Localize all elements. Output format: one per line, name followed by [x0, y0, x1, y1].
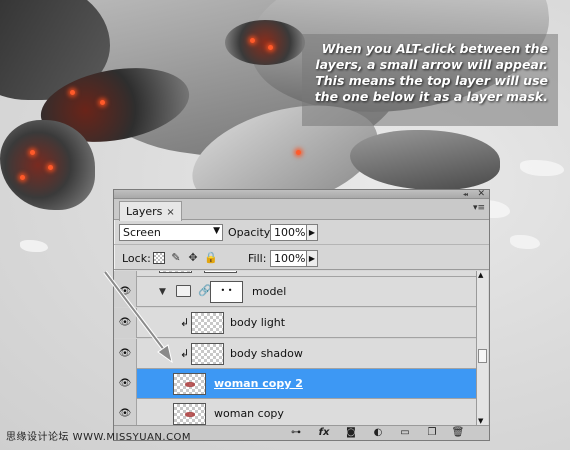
layer-row-selected[interactable]: 👁 woman copy 2	[114, 369, 477, 399]
annotation-line: When you ALT-click between the	[321, 41, 548, 56]
scroll-thumb[interactable]	[478, 349, 487, 363]
collapse-icon[interactable]: ◂◂	[463, 192, 468, 198]
ember-spark	[48, 165, 53, 170]
annotation-box: When you ALT-click between the layers, a…	[302, 34, 558, 126]
ember-rock	[225, 20, 305, 65]
layers-list: 👁 ▼ 🔗 • • model 👁 ↲ body light 👁 ↲ body …	[114, 271, 477, 425]
scroll-up-icon[interactable]: ▲	[478, 271, 483, 279]
lock-label: Lock:	[122, 252, 151, 265]
ember-spark	[30, 150, 35, 155]
scroll-down-icon[interactable]: ▼	[478, 417, 483, 425]
blend-mode-value: Screen	[123, 226, 161, 239]
group-mask-thumbnail: • •	[210, 281, 243, 303]
annotation-line: This means the top layer will use	[315, 73, 548, 88]
fill-value: 100%	[274, 252, 306, 265]
layer-name: body shadow	[230, 347, 303, 360]
fill-label: Fill:	[248, 252, 267, 265]
tab-close-icon[interactable]: ×	[166, 207, 174, 218]
visibility-eye-icon[interactable]: 👁	[114, 308, 137, 338]
blend-mode-select[interactable]: Screen ▼	[119, 224, 223, 241]
layers-panel: ◂◂ ✕ Layers × ▾≡ Screen ▼ Opacity: 100% ▶…	[113, 189, 490, 441]
layer-thumbnail	[173, 373, 206, 395]
ember-spark	[20, 175, 25, 180]
layer-thumbnail	[173, 403, 206, 425]
opacity-slider-button[interactable]: ▶	[306, 224, 318, 241]
panel-tabstrip: Layers × ▾≡	[114, 199, 489, 221]
visibility-eye-icon[interactable]: 👁	[114, 399, 137, 425]
tab-layers[interactable]: Layers ×	[119, 201, 182, 221]
lock-brush-icon[interactable]: ✎	[170, 252, 182, 264]
debris-flake	[510, 235, 540, 249]
layer-name: woman copy	[214, 407, 284, 420]
tab-layers-label: Layers	[126, 205, 163, 218]
layer-row-clipped[interactable]: 👁 ↲ body light	[114, 308, 477, 338]
rock-shape	[350, 130, 500, 190]
close-icon[interactable]: ✕	[477, 189, 485, 199]
site-watermark: 思缘设计论坛 WWW.MISSYUAN.COM	[6, 432, 192, 443]
panel-menu-icon[interactable]: ▾≡	[473, 204, 485, 213]
layer-thumbnail	[191, 312, 224, 334]
fx-icon[interactable]: fx	[317, 426, 331, 440]
layer-thumbnail	[159, 271, 192, 273]
new-layer-icon[interactable]: ❐	[425, 426, 439, 440]
blend-opacity-row: Screen ▼ Opacity: 100% ▶	[114, 221, 489, 245]
layer-mask-thumbnail	[204, 271, 237, 273]
visibility-eye-icon[interactable]: 👁	[114, 339, 137, 369]
fill-slider-button[interactable]: ▶	[306, 250, 318, 267]
ember-spark	[250, 38, 255, 43]
ember-spark	[100, 100, 105, 105]
annotation-line: layers, a small arrow will appear.	[315, 57, 548, 72]
fill-field[interactable]: 100%	[270, 250, 307, 267]
ember-spark	[296, 150, 301, 155]
layer-row-group[interactable]: 👁 ▼ 🔗 • • model	[114, 277, 477, 307]
folder-icon	[176, 285, 191, 297]
debris-flake	[520, 160, 564, 176]
opacity-field[interactable]: 100%	[270, 224, 307, 241]
trash-icon[interactable]: 🗑	[451, 426, 465, 440]
lock-fill-row: Lock: ✎ ✥ 🔒 Fill: 100% ▶	[114, 246, 489, 270]
layer-row-clipped[interactable]: 👁 ↲ body shadow	[114, 339, 477, 369]
layers-scrollbar[interactable]: ▲ ▼	[476, 271, 488, 425]
new-group-icon[interactable]: ▭	[398, 426, 412, 440]
lock-transparency-icon[interactable]	[153, 252, 165, 264]
annotation-line: the one below it as a layer mask.	[314, 89, 548, 104]
add-mask-icon[interactable]: ◙	[344, 426, 358, 440]
layer-thumbnail	[191, 343, 224, 365]
visibility-eye-icon[interactable]: 👁	[114, 277, 137, 307]
clipping-arrow-icon: ↲	[180, 347, 190, 360]
link-layers-icon[interactable]: ⊶	[289, 426, 303, 440]
visibility-eye-icon[interactable]: 👁	[114, 369, 137, 399]
expand-triangle-icon[interactable]: ▼	[159, 287, 166, 297]
chevron-down-icon: ▼	[213, 226, 220, 236]
adjustment-layer-icon[interactable]: ◐	[371, 426, 385, 440]
layer-row[interactable]: 👁 woman copy	[114, 399, 477, 425]
opacity-value: 100%	[274, 226, 306, 239]
debris-flake	[20, 240, 48, 252]
lock-all-icon[interactable]: 🔒	[204, 252, 218, 264]
opacity-label: Opacity:	[228, 226, 274, 239]
ember-spark	[70, 90, 75, 95]
ember-spark	[268, 45, 273, 50]
layer-name: woman copy 2	[214, 377, 303, 390]
panel-titlebar[interactable]: ◂◂ ✕	[114, 189, 489, 199]
clipping-arrow-icon: ↲	[180, 316, 190, 329]
lock-move-icon[interactable]: ✥	[187, 252, 199, 264]
layer-name: model	[252, 285, 287, 298]
layer-name: body light	[230, 316, 286, 329]
